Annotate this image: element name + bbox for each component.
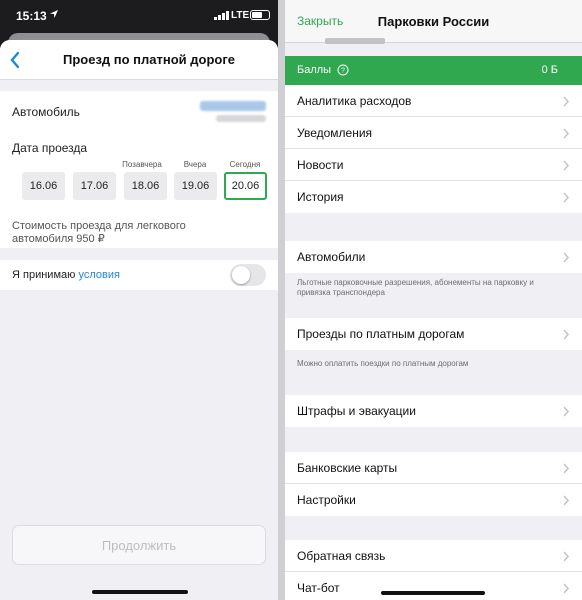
chevron-right-icon <box>563 329 570 340</box>
menu-item-label: Настройки <box>297 493 356 507</box>
cost-text: Стоимость проезда для легкового автомоби… <box>12 220 186 245</box>
car-label: Автомобиль <box>12 105 80 119</box>
date-option-18[interactable]: 18.06 <box>124 172 167 200</box>
chevron-right-icon <box>563 96 570 107</box>
day-label-today: Сегодня <box>229 160 261 169</box>
day-label-day-before: Позавчера <box>122 160 162 169</box>
svg-text:?: ? <box>341 68 345 75</box>
signal-icon <box>214 11 229 20</box>
menu-item-label: Автомобили <box>297 250 366 264</box>
menu-item-history[interactable]: История <box>285 181 582 213</box>
date-option-20-selected[interactable]: 20.06 <box>224 172 267 200</box>
scrolled-content-remnant <box>325 38 385 44</box>
chevron-right-icon <box>563 551 570 562</box>
chevron-right-icon <box>563 463 570 474</box>
points-banner[interactable]: Баллы ? 0 Б <box>285 56 582 85</box>
date-option-16[interactable]: 16.06 <box>22 172 65 200</box>
settings-title: Парковки России <box>377 14 490 29</box>
menu-group-main: Аналитика расходов Уведомления Новости И… <box>285 85 582 213</box>
toll-road-sheet: Проезд по платной дороге Автомобиль Дата… <box>0 40 278 600</box>
menu-group-fines: Штрафы и эвакуации <box>285 395 582 427</box>
right-phone: Закрыть Парковки России Баллы ? 0 Б Анал… <box>285 0 582 600</box>
chevron-right-icon <box>563 192 570 203</box>
menu-item-news[interactable]: Новости <box>285 149 582 181</box>
menu-group-settings: Банковские карты Настройки <box>285 452 582 516</box>
accept-terms-label: Я принимаю <box>12 269 79 281</box>
menu-item-notifications[interactable]: Уведомления <box>285 117 582 149</box>
chevron-right-icon <box>563 495 570 506</box>
accept-terms-toggle[interactable] <box>230 264 266 286</box>
status-time: 15:13 <box>16 9 47 23</box>
menu-item-cars[interactable]: Автомобили <box>285 241 582 273</box>
accept-terms-row: Я принимаю условия <box>0 260 278 290</box>
sheet-header: Проезд по платной дороге <box>0 40 278 80</box>
menu-item-label: История <box>297 190 344 204</box>
menu-item-label: Банковские карты <box>297 461 398 475</box>
continue-button[interactable]: Продолжить <box>12 525 266 565</box>
battery-icon <box>250 10 270 20</box>
date-option-19[interactable]: 19.06 <box>174 172 217 200</box>
toll-hint: Можно оплатить поездки по платным дорога… <box>297 359 469 368</box>
chevron-right-icon <box>563 583 570 594</box>
menu-item-label: Аналитика расходов <box>297 94 412 108</box>
chevron-right-icon <box>563 406 570 417</box>
menu-item-chatbot[interactable]: Чат-бот <box>285 572 582 600</box>
points-value: 0 Б <box>541 64 558 76</box>
menu-item-bank-cards[interactable]: Банковские карты <box>285 452 582 484</box>
terms-link[interactable]: условия <box>78 269 119 281</box>
menu-item-label: Новости <box>297 158 344 172</box>
menu-group-toll: Проезды по платным дорогам <box>285 318 582 350</box>
chevron-right-icon <box>563 252 570 263</box>
network-type: LTE <box>231 10 250 21</box>
menu-item-toll-roads[interactable]: Проезды по платным дорогам <box>285 318 582 350</box>
location-arrow-icon <box>50 10 58 18</box>
menu-item-label: Проезды по платным дорогам <box>297 327 465 341</box>
car-model-blurred <box>216 115 266 122</box>
menu-item-label: Штрафы и эвакуации <box>297 404 416 418</box>
screenshot-root: 15:13 LTE Проезд по платной дороге Автом… <box>0 0 582 600</box>
back-chevron-icon[interactable] <box>8 50 22 70</box>
menu-item-settings[interactable]: Настройки <box>285 484 582 516</box>
sheet-title: Проезд по платной дороге <box>62 52 235 67</box>
left-phone: 15:13 LTE Проезд по платной дороге Автом… <box>0 0 278 600</box>
date-option-17[interactable]: 17.06 <box>73 172 116 200</box>
settings-header: Закрыть Парковки России <box>285 0 582 44</box>
points-label: Баллы <box>297 64 332 76</box>
menu-item-expense-analytics[interactable]: Аналитика расходов <box>285 85 582 117</box>
info-icon[interactable]: ? <box>337 64 349 76</box>
menu-group-cars: Автомобили <box>285 241 582 273</box>
cars-hint: Льготные парковочные разрешения, абонеме… <box>297 278 534 297</box>
day-label-yesterday: Вчера <box>183 160 207 169</box>
menu-item-label: Уведомления <box>297 126 373 140</box>
menu-item-fines[interactable]: Штрафы и эвакуации <box>285 395 582 427</box>
home-indicator <box>92 590 188 594</box>
status-bar: 15:13 LTE <box>0 0 278 34</box>
chevron-right-icon <box>563 160 570 171</box>
chevron-right-icon <box>563 128 570 139</box>
menu-item-label: Обратная связь <box>297 549 386 563</box>
menu-item-feedback[interactable]: Обратная связь <box>285 540 582 572</box>
accept-terms-text: Я принимаю условия <box>12 269 120 281</box>
car-plate-blurred[interactable] <box>200 101 266 111</box>
home-indicator <box>381 591 485 595</box>
menu-item-label: Чат-бот <box>297 581 340 595</box>
date-label: Дата проезда <box>12 141 88 155</box>
